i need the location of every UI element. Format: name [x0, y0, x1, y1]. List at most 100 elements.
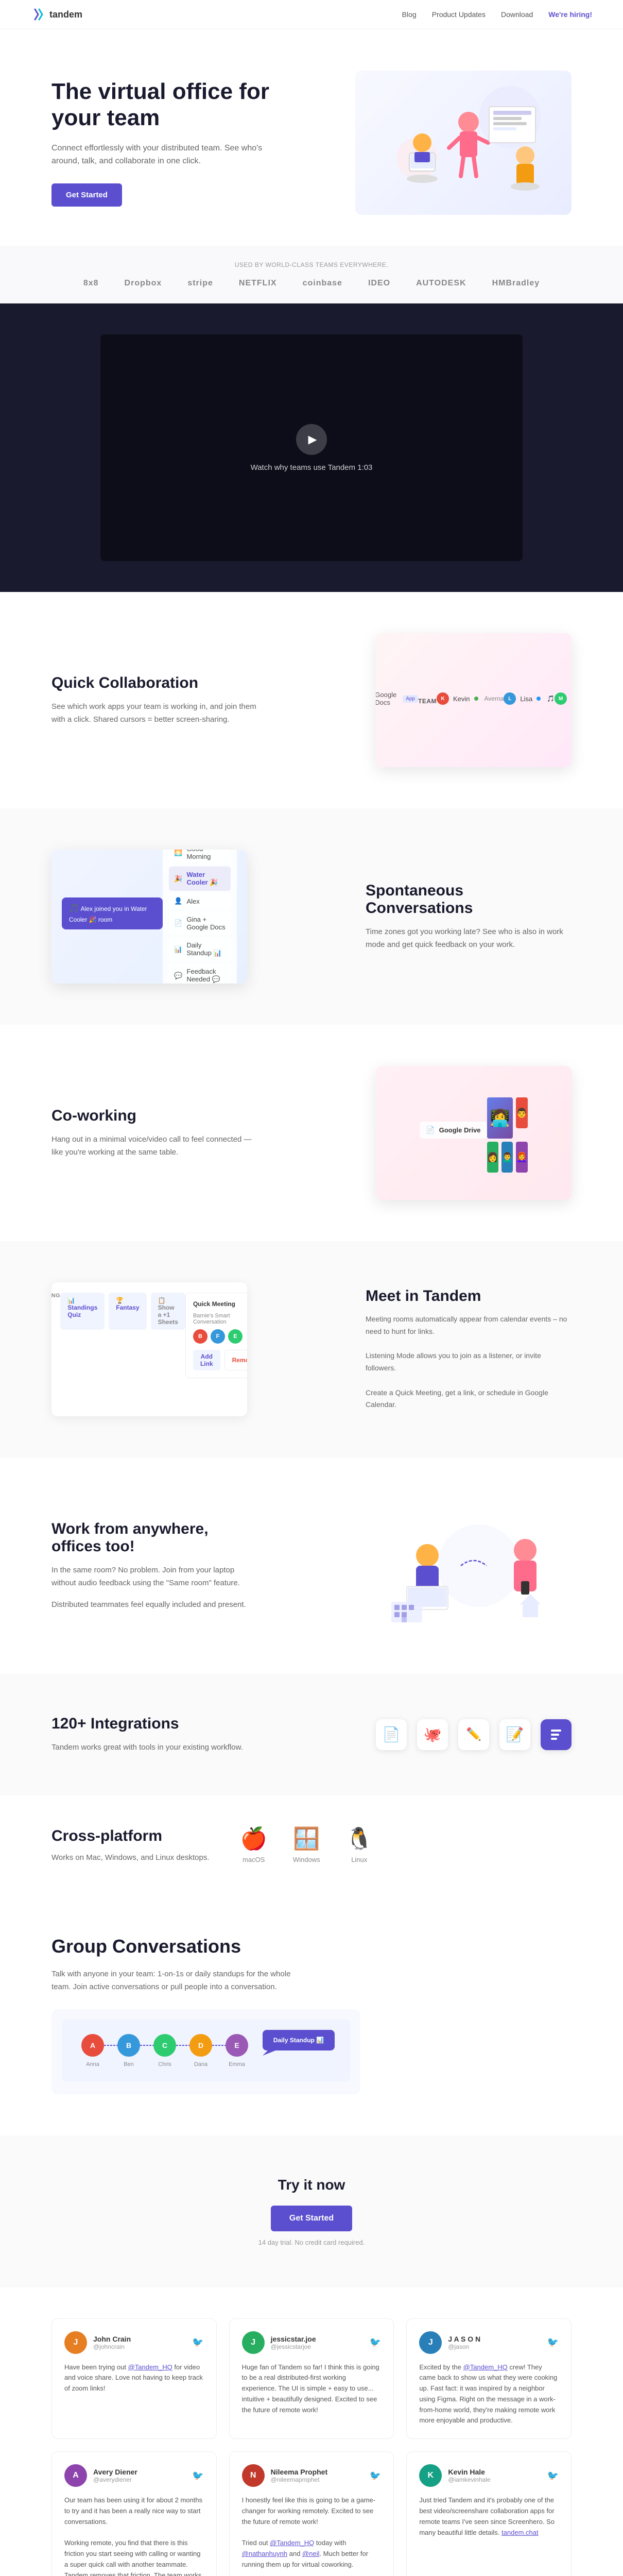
nav-hiring[interactable]: We're hiring!: [548, 10, 592, 19]
logo-8x8: 8x8: [83, 279, 99, 288]
integration-icons-list: 📄 🐙 ✏️ 📝: [376, 1719, 572, 1750]
upcoming-quiz[interactable]: 📊 Standings Quiz: [60, 1293, 105, 1330]
testimonial-avatar: K: [419, 2464, 442, 2487]
feature-desc: Meeting rooms automatically appear from …: [366, 1313, 572, 1411]
testimonials-section: J John Crain @johncrain 🐦 Have been tryi…: [0, 2287, 623, 2576]
logo-autodesk: AUTODESK: [416, 279, 466, 288]
member-lisa: L Lisa🎵: [504, 692, 555, 705]
platform-text: Cross-platform Works on Mac, Windows, an…: [51, 1827, 210, 1862]
testimonial-text: Excited by the @Tandem_HQ crew! They cam…: [419, 2362, 559, 2427]
hero-title: The virtual office for your team: [51, 79, 288, 131]
video-cell-main: 👩‍💻: [487, 1097, 513, 1139]
nav-product-updates[interactable]: Product Updates: [432, 10, 486, 19]
integration-icon-linear: [541, 1719, 572, 1750]
integrations-section: 120+ Integrations Tandem works great wit…: [0, 1674, 623, 1795]
group-title: Group Conversations: [51, 1936, 572, 1957]
logos-bar: Used by world-class teams everywhere. 8x…: [0, 246, 623, 303]
video-player[interactable]: Watch why teams use Tandem 1:03: [100, 334, 523, 561]
video-cell-2: 👩: [487, 1142, 498, 1173]
cta-title: Try it now: [51, 2177, 572, 2193]
feature-mockup-coworking: 📄 Google Drive 👩‍💻 👨 👩 👨‍🦱 👩‍🦰: [376, 1066, 572, 1200]
participant-avatars: B F E: [193, 1329, 247, 1344]
hero-illustration: [355, 71, 572, 215]
add-link-button[interactable]: Add Link: [193, 1350, 220, 1370]
logo-coinbase: coinbase: [303, 279, 342, 288]
room-water-cooler[interactable]: 🎉 Water Cooler 🎉: [169, 867, 231, 891]
anywhere-svg: [376, 1499, 572, 1633]
twitter-icon: 🐦: [547, 2337, 559, 2348]
remove-button[interactable]: Remove: [224, 1350, 247, 1370]
integrations-text: 120+ Integrations Tandem works great wit…: [51, 1715, 243, 1754]
logo-netflix: NETFLIX: [239, 279, 277, 288]
hero-cta-button[interactable]: Get Started: [51, 183, 122, 207]
platform-title: Cross-platform: [51, 1827, 210, 1845]
testimonial-meta: Nileema Prophet @nileemaprophet: [271, 2468, 327, 2483]
feature-text: Co-working Hang out in a minimal voice/v…: [51, 1107, 257, 1159]
testimonial-text: Huge fan of Tandem so far! I think this …: [242, 2362, 382, 2416]
anywhere-note: Distributed teammates feel equally inclu…: [51, 1598, 257, 1612]
integration-icon-github: 🐙: [417, 1719, 448, 1750]
quick-meeting-label: Quick Meeting: [193, 1300, 247, 1308]
svg-text:Anna: Anna: [86, 2061, 100, 2067]
svg-text:Daily Standup 📊: Daily Standup 📊: [273, 2037, 324, 2044]
upcoming-item2[interactable]: 🏆 Fantasy: [109, 1293, 146, 1330]
testimonial-avatar: J: [419, 2331, 442, 2354]
nav-blog[interactable]: Blog: [402, 10, 417, 19]
notification-bubble: 🎵 Alex joined you in Water Cooler 🎉 room: [62, 897, 163, 929]
room-good-morning[interactable]: 🌅 Good Morning: [169, 850, 231, 865]
integrations-content: 120+ Integrations Tandem works great wit…: [51, 1715, 572, 1754]
testimonial-nileema: N Nileema Prophet @nileemaprophet 🐦 I ho…: [229, 2451, 394, 2576]
anywhere-desc: In the same room? No problem. Join from …: [51, 1564, 257, 1590]
feature-quick-collaboration: Quick Collaboration See which work apps …: [0, 592, 623, 808]
meetings-upcoming-label: Upcoming: [51, 1293, 60, 1299]
quick-meeting-sublabel: Barnie's Smart Conversation: [193, 1313, 247, 1325]
logo-hmbradley: HMBradley: [492, 279, 540, 288]
hero-section: The virtual office for your team Connect…: [0, 29, 623, 246]
twitter-icon: 🐦: [547, 2470, 559, 2481]
logo-text: tandem: [49, 9, 82, 20]
hero-text: The virtual office for your team Connect…: [51, 79, 288, 206]
testimonial-avatar: J: [64, 2331, 87, 2354]
svg-text:B: B: [126, 2041, 131, 2049]
testimonial-text: I honestly feel like this is going to be…: [242, 2495, 382, 2570]
hero-svg: [366, 76, 561, 210]
twitter-icon: 🐦: [370, 2337, 381, 2348]
feature-title: Co-working: [51, 1107, 257, 1125]
feature-desc: Hang out in a minimal voice/video call t…: [51, 1133, 257, 1159]
group-svg: A B C D E Anna Ben Chris Dana Emma Daily…: [62, 2020, 350, 2081]
feature-text: Quick Collaboration See which work apps …: [51, 674, 257, 726]
feature-text: Spontaneous Conversations Time zones got…: [366, 882, 572, 952]
integrations-title: 120+ Integrations: [51, 1715, 243, 1733]
testimonial-kevin-hale: K Kevin Hale @iamkevinhale 🐦 Just tried …: [406, 2451, 572, 2576]
feature-spontaneous: Spontaneous Conversations Time zones got…: [0, 808, 623, 1025]
testimonial-text: Just tried Tandem and it's probably one …: [419, 2495, 559, 2538]
integrations-desc: Tandem works great with tools in your ex…: [51, 1741, 243, 1754]
cta-button[interactable]: Get Started: [271, 2206, 352, 2231]
feature-title: Spontaneous Conversations: [366, 882, 572, 917]
logo-ideo: IDEO: [368, 279, 390, 288]
nav-download[interactable]: Download: [501, 10, 533, 19]
logo[interactable]: tandem: [31, 7, 82, 22]
logo-icon: [31, 7, 45, 22]
group-desc: Talk with anyone in your team: 1-on-1s o…: [51, 1968, 309, 1994]
play-button[interactable]: [296, 424, 327, 455]
room-feedback[interactable]: 💬 Feedback Needed 💬: [169, 963, 231, 984]
testimonial-jason: J J A S O N @jason 🐦 Excited by the @Tan…: [406, 2318, 572, 2439]
upcoming-item3[interactable]: 📋 Show a +1 Sheets: [151, 1293, 185, 1330]
nav-links: Blog Product Updates Download We're hiri…: [402, 10, 592, 19]
video-label: Watch why teams use Tandem 1:03: [251, 463, 373, 472]
feature-mockup-conversation: CONVERSATION 🎨 Figma App 📄 Google Docs A…: [376, 633, 572, 767]
room-standup[interactable]: 📊 Daily Standup 📊: [169, 937, 231, 961]
testimonial-john-crain: J John Crain @johncrain 🐦 Have been tryi…: [51, 2318, 217, 2439]
testimonial-avatar: J: [242, 2331, 265, 2354]
rooms-list: ROOMS 🌅 Good Morning 🎉 Water Cooler 🎉 👤 …: [163, 850, 237, 984]
integration-icon-figma: ✏️: [458, 1719, 489, 1750]
testimonial-avatar: A: [64, 2464, 87, 2487]
svg-text:Ben: Ben: [124, 2061, 134, 2067]
anywhere-text: Work from anywhere, offices too! In the …: [51, 1520, 257, 1612]
room-alex[interactable]: 👤 Alex: [169, 893, 231, 909]
testimonial-meta: Kevin Hale @iamkevinhale: [448, 2468, 490, 2483]
navbar: tandem Blog Product Updates Download We'…: [0, 0, 623, 29]
feature-desc: Time zones got you working late? See who…: [366, 925, 572, 952]
room-gina[interactable]: 📄 Gina + Google Docs: [169, 911, 231, 935]
